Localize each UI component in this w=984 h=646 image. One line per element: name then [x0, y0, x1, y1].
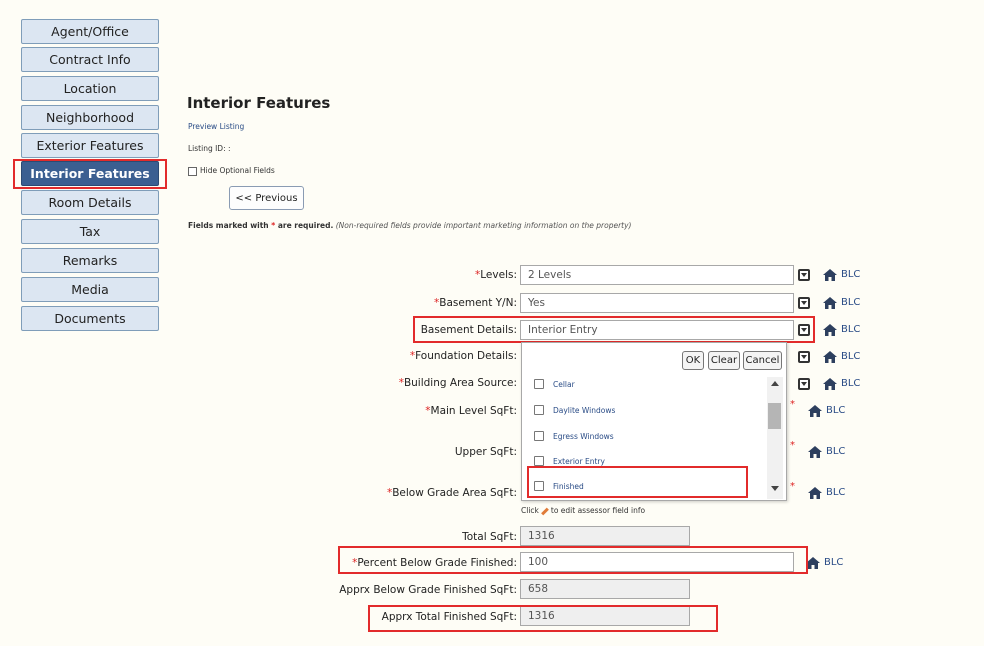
blc-link[interactable]: BLC	[826, 405, 845, 416]
below-grade-required-mark: *	[790, 481, 795, 492]
foundation-details-label: *Foundation Details:	[409, 350, 517, 362]
blc-link[interactable]: BLC	[826, 446, 845, 457]
previous-button[interactable]: << Previous	[229, 186, 304, 210]
ok-button[interactable]: OK	[682, 351, 704, 370]
home-icon[interactable]	[806, 557, 820, 569]
blc-link[interactable]: BLC	[824, 557, 843, 568]
building-area-source-label: *Building Area Source:	[398, 377, 517, 389]
listing-form-panel: Agent/Office Contract Info Location Neig…	[0, 0, 984, 646]
main-level-required-mark: *	[790, 399, 795, 410]
option-checkbox[interactable]	[534, 379, 544, 389]
below-grade-area-sqft-label: *Below Grade Area SqFt:	[386, 487, 517, 499]
sidebar-item-neighborhood[interactable]: Neighborhood	[21, 105, 159, 130]
scroll-up-arrow-icon[interactable]	[771, 381, 779, 386]
home-icon[interactable]	[823, 378, 837, 390]
option-cellar[interactable]: Cellar	[534, 379, 575, 389]
blc-link[interactable]: BLC	[841, 351, 860, 362]
levels-field[interactable]: 2 Levels	[520, 265, 794, 285]
home-icon[interactable]	[808, 405, 822, 417]
scroll-down-arrow-icon[interactable]	[771, 486, 779, 491]
blc-link[interactable]: BLC	[841, 378, 860, 389]
sidebar-item-documents[interactable]: Documents	[21, 306, 159, 331]
sidebar-item-room-details[interactable]: Room Details	[21, 190, 159, 215]
upper-sqft-label: Upper SqFt:	[454, 446, 517, 458]
page-title: Interior Features	[187, 94, 331, 112]
assessor-note: Click to edit assessor field info	[521, 506, 646, 515]
required-note-italic: (Non-required fields provide important m…	[335, 221, 632, 230]
sidebar-item-location[interactable]: Location	[21, 76, 159, 101]
sidebar-item-agent-office[interactable]: Agent/Office	[21, 19, 159, 44]
total-sqft-label: Total SqFt:	[462, 531, 517, 543]
basement-yn-field[interactable]: Yes	[520, 293, 794, 313]
active-item-highlight	[13, 159, 167, 189]
option-egress-windows[interactable]: Egress Windows	[534, 431, 614, 441]
levels-label: *Levels:	[475, 269, 517, 281]
sidebar-item-contract-info[interactable]: Contract Info	[21, 47, 159, 72]
sidebar-item-exterior-features[interactable]: Exterior Features	[21, 133, 159, 158]
option-daylite-windows[interactable]: Daylite Windows	[534, 405, 615, 415]
required-note: Fields marked with * are required. (Non-…	[188, 221, 632, 230]
home-icon[interactable]	[823, 297, 837, 309]
home-icon[interactable]	[808, 487, 822, 499]
preview-listing-link[interactable]: Preview Listing	[188, 122, 244, 131]
option-checkbox[interactable]	[534, 456, 544, 466]
option-checkbox[interactable]	[534, 431, 544, 441]
option-checkbox[interactable]	[534, 405, 544, 415]
apprx-below-grade-finished-sqft-label: Apprx Below Grade Finished SqFt:	[339, 584, 517, 596]
blc-link[interactable]: BLC	[841, 269, 860, 280]
hide-optional-label: Hide Optional Fields	[200, 166, 275, 175]
home-icon[interactable]	[823, 269, 837, 281]
apprx-total-finished-highlight	[368, 605, 718, 632]
basement-yn-label: *Basement Y/N:	[434, 297, 517, 309]
cancel-button[interactable]: Cancel	[743, 351, 782, 370]
clear-button[interactable]: Clear	[708, 351, 740, 370]
dropdown-scroll-thumb[interactable]	[768, 403, 781, 429]
option-exterior-entry[interactable]: Exterior Entry	[534, 456, 605, 466]
building-area-source-dropdown-icon[interactable]	[798, 378, 810, 390]
apprx-below-grade-finished-sqft-field: 658	[520, 579, 690, 599]
home-icon[interactable]	[823, 351, 837, 363]
blc-link[interactable]: BLC	[826, 487, 845, 498]
pencil-icon[interactable]	[540, 507, 549, 515]
hide-optional-row: Hide Optional Fields	[188, 166, 275, 176]
hide-optional-checkbox[interactable]	[188, 166, 197, 176]
sidebar-item-tax[interactable]: Tax	[21, 219, 159, 244]
total-sqft-field: 1316	[520, 526, 690, 546]
basement-yn-dropdown-icon[interactable]	[798, 297, 810, 309]
main-level-sqft-label: *Main Level SqFt:	[425, 405, 517, 417]
foundation-details-dropdown-icon[interactable]	[798, 351, 810, 363]
upper-required-mark: *	[790, 440, 795, 451]
sidebar-item-remarks[interactable]: Remarks	[21, 248, 159, 273]
required-note-text: Fields marked with * are required.	[188, 221, 334, 230]
dropdown-scrollbar[interactable]	[767, 377, 783, 499]
basement-details-highlight	[413, 316, 815, 343]
sidebar-item-media[interactable]: Media	[21, 277, 159, 302]
levels-dropdown-icon[interactable]	[798, 269, 810, 281]
home-icon[interactable]	[808, 446, 822, 458]
blc-link[interactable]: BLC	[841, 297, 860, 308]
home-icon[interactable]	[823, 324, 837, 336]
listing-id: Listing ID: :	[188, 144, 231, 153]
percent-below-grade-highlight	[338, 546, 808, 574]
finished-option-highlight	[527, 466, 748, 498]
blc-link[interactable]: BLC	[841, 324, 860, 335]
